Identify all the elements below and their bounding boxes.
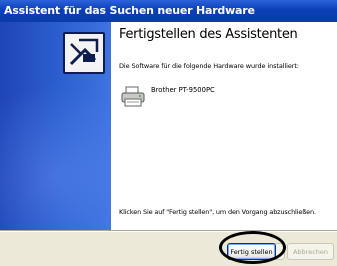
footer-divider-highlight	[0, 231, 337, 232]
sidebar-glow	[0, 82, 111, 230]
window-title: Assistent für das Suchen neuer Hardware	[4, 4, 255, 17]
device-name: Brother PT-9500PC	[151, 86, 215, 94]
button-bar: < Zurück Fertig stellen Abbrechen	[0, 230, 337, 266]
finish-instruction: Klicken Sie auf "Fertig stellen", um den…	[119, 208, 316, 216]
wizard-content: Fertigstellen des Assistenten Die Softwa…	[111, 22, 337, 230]
wizard-sidebar	[0, 22, 111, 230]
printer-icon	[121, 86, 145, 108]
wizard-window: Assistent für das Suchen neuer Hardware …	[0, 0, 337, 266]
cancel-button[interactable]: Abbrechen	[287, 243, 334, 260]
title-bar[interactable]: Assistent für das Suchen neuer Hardware	[0, 0, 337, 22]
finish-button[interactable]: Fertig stellen	[227, 243, 276, 260]
page-title: Fertigstellen des Assistenten	[119, 27, 298, 42]
intro-text: Die Software für die folgende Hardware w…	[119, 62, 299, 70]
hardware-wizard-icon	[63, 32, 105, 74]
